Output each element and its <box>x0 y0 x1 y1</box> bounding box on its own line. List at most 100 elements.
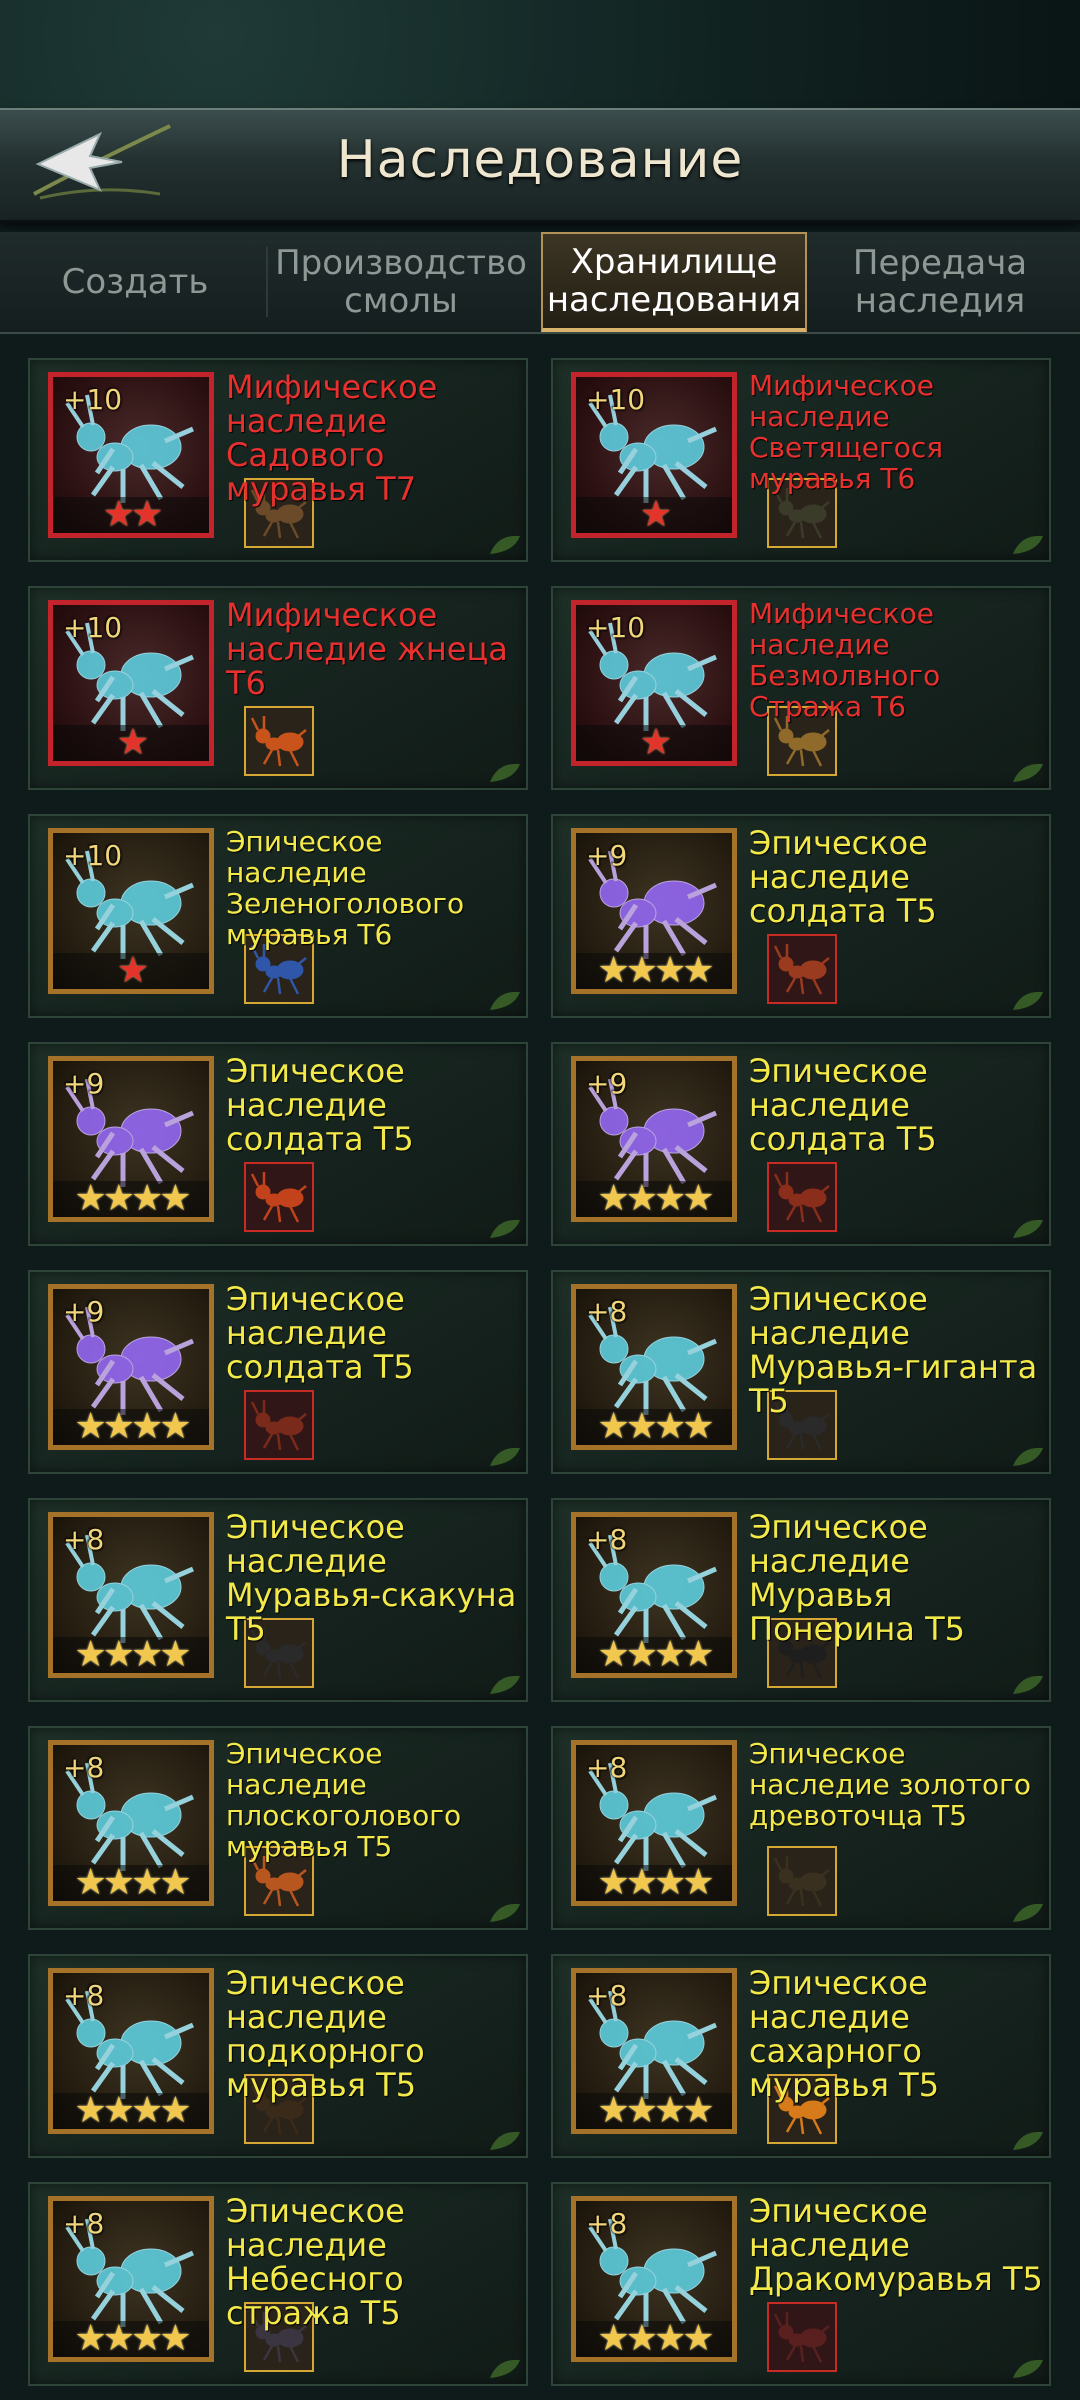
star-rating-icon: ★ <box>116 722 149 763</box>
stars-bar: ★★★★ <box>53 1181 209 1217</box>
leaf-decoration-icon <box>1013 2131 1043 2150</box>
legacy-card-15[interactable]: +8 ★★★★ Эпическое наследие подкорного му… <box>28 1954 528 2158</box>
legacy-level: +10 <box>63 839 123 872</box>
ant-thumbnail <box>244 706 314 776</box>
legacy-card-14[interactable]: +8 ★★★★ Эпическое наследие золотого древ… <box>551 1726 1051 1930</box>
legacy-portrait: +8 ★★★★ <box>571 1968 737 2134</box>
legacy-card-10[interactable]: +8 ★★★★ Эпическое наследие Муравья-гиган… <box>551 1270 1051 1474</box>
star-rating-icon: ★★★★ <box>597 1178 714 1219</box>
star-rating-icon: ★★★★ <box>74 2318 191 2359</box>
tab-create[interactable]: Создать <box>10 232 260 332</box>
legacy-portrait: +10 ★ <box>48 828 214 994</box>
legacy-card-8[interactable]: +9 ★★★★ Эпическое наследие солдата Т5 <box>551 1042 1051 1246</box>
leaf-decoration-icon <box>490 763 520 782</box>
legacy-name: Эпическое наследие солдата Т5 <box>226 1280 414 1386</box>
legacy-name: Эпическое наследие золотого древоточца Т… <box>749 1737 1031 1832</box>
ant-thumbnail <box>767 2302 837 2372</box>
legacy-card-1[interactable]: +10 ★★ Мифическое наследие Садового мура… <box>28 358 528 562</box>
star-rating-icon: ★★ <box>102 494 164 535</box>
star-rating-icon: ★★★★ <box>74 1862 191 1903</box>
legacy-level: +10 <box>63 611 123 644</box>
legacy-portrait: +10 ★ <box>48 600 214 766</box>
legacy-card-2[interactable]: +10 ★ Мифическое наследие Светящегося му… <box>551 358 1051 562</box>
legacy-card-11[interactable]: +8 ★★★★ Эпическое наследие Муравья-скаку… <box>28 1498 528 1702</box>
legacy-level: +8 <box>586 1979 628 2012</box>
legacy-level: +8 <box>63 2207 105 2240</box>
legacy-level: +9 <box>586 1067 628 1100</box>
top-background <box>0 0 1080 110</box>
legacy-card-6[interactable]: +9 ★★★★ Эпическое наследие солдата Т5 <box>551 814 1051 1018</box>
legacy-portrait: +8 ★★★★ <box>48 1512 214 1678</box>
ant-icon <box>773 1172 830 1223</box>
legacy-card-5[interactable]: +10 ★ Эпическое наследие Зеленоголового … <box>28 814 528 1018</box>
stars-bar: ★★★★ <box>53 1409 209 1445</box>
leaf-decoration-icon <box>490 2359 520 2378</box>
tab-inheritance-storage[interactable]: Хранилище наследования <box>541 232 807 332</box>
leaf-decoration-icon <box>490 2131 520 2150</box>
legacy-portrait: +9 ★★★★ <box>571 1056 737 1222</box>
legacy-level: +9 <box>586 839 628 872</box>
legacy-level: +8 <box>586 2207 628 2240</box>
ant-icon <box>250 716 307 767</box>
leaf-decoration-icon <box>1013 1675 1043 1694</box>
leaf-decoration-icon <box>490 1447 520 1466</box>
legacy-name: Мифическое наследие Безмолвного Стража Т… <box>749 597 941 723</box>
leaf-decoration-icon <box>1013 1903 1043 1922</box>
legacy-card-18[interactable]: +8 ★★★★ Эпическое наследие Дракомуравья … <box>551 2182 1051 2386</box>
leaf-decoration-icon <box>490 1675 520 1694</box>
legacy-name: Мифическое наследие Садового муравья Т7 <box>226 368 438 508</box>
legacy-portrait: +8 ★★★★ <box>48 1968 214 2134</box>
legacy-level: +8 <box>586 1523 628 1556</box>
legacy-portrait: +9 ★★★★ <box>48 1056 214 1222</box>
leaf-decoration-icon <box>490 1219 520 1238</box>
stars-bar: ★★★★ <box>576 1865 732 1901</box>
legacy-portrait: +10 ★ <box>571 600 737 766</box>
star-rating-icon: ★★★★ <box>74 2090 191 2131</box>
stars-bar: ★★ <box>53 497 209 533</box>
legacy-name: Эпическое наследие солдата Т5 <box>749 824 937 930</box>
leaf-decoration-icon <box>1013 1447 1043 1466</box>
tab-legacy-transfer[interactable]: Передача наследия <box>812 232 1068 332</box>
stars-bar: ★★★★ <box>576 1181 732 1217</box>
legacy-name: Эпическое наследие подкорного муравья Т5 <box>226 1964 425 2104</box>
ant-thumbnail <box>244 1162 314 1232</box>
tab-resin-production[interactable]: Производство смолы <box>268 232 534 332</box>
leaf-decoration-icon <box>1013 1219 1043 1238</box>
stars-bar: ★★★★ <box>576 2093 732 2129</box>
ant-icon <box>773 2312 830 2363</box>
legacy-card-3[interactable]: +10 ★ Мифическое наследие жнеца Т6 <box>28 586 528 790</box>
legacy-portrait: +10 ★★ <box>48 372 214 538</box>
legacy-card-9[interactable]: +9 ★★★★ Эпическое наследие солдата Т5 <box>28 1270 528 1474</box>
legacy-name: Эпическое наследие плоскоголового муравь… <box>226 1737 462 1863</box>
legacy-card-17[interactable]: +8 ★★★★ Эпическое наследие Небесного стр… <box>28 2182 528 2386</box>
stars-bar: ★★★★ <box>576 1637 732 1673</box>
legacy-level: +8 <box>586 1751 628 1784</box>
leaf-decoration-icon <box>490 1903 520 1922</box>
legacy-name: Эпическое наследие Муравья-скакуна Т5 <box>226 1508 517 1648</box>
legacy-level: +10 <box>586 383 646 416</box>
legacy-card-4[interactable]: +10 ★ Мифическое наследие Безмолвного Ст… <box>551 586 1051 790</box>
legacy-card-13[interactable]: +8 ★★★★ Эпическое наследие плоскоголовог… <box>28 1726 528 1930</box>
ant-icon <box>773 1856 830 1907</box>
legacy-name: Эпическое наследие сахарного муравья Т5 <box>749 1964 940 2104</box>
legacy-name: Эпическое наследие Муравья Понерина Т5 <box>749 1508 965 1648</box>
star-rating-icon: ★★★★ <box>597 1862 714 1903</box>
leaf-decoration-icon <box>1013 2359 1043 2378</box>
stars-bar: ★★★★ <box>53 2093 209 2129</box>
legacy-portrait: +8 ★★★★ <box>48 2196 214 2362</box>
legacy-level: +8 <box>63 1979 105 2012</box>
legacy-portrait: +10 ★ <box>571 372 737 538</box>
legacy-name: Эпическое наследие солдата Т5 <box>226 1052 414 1158</box>
ant-icon <box>250 1172 307 1223</box>
star-rating-icon: ★★★★ <box>74 1634 191 1675</box>
legacy-card-7[interactable]: +9 ★★★★ Эпическое наследие солдата Т5 <box>28 1042 528 1246</box>
star-rating-icon: ★★★★ <box>597 1634 714 1675</box>
star-rating-icon: ★ <box>639 722 672 763</box>
ant-thumbnail <box>767 1846 837 1916</box>
star-rating-icon: ★★★★ <box>74 1178 191 1219</box>
legacy-card-16[interactable]: +8 ★★★★ Эпическое наследие сахарного мур… <box>551 1954 1051 2158</box>
legacy-card-12[interactable]: +8 ★★★★ Эпическое наследие Муравья Понер… <box>551 1498 1051 1702</box>
stars-bar: ★ <box>53 725 209 761</box>
legacy-name: Эпическое наследие Зеленоголового муравь… <box>226 825 465 951</box>
legacy-portrait: +9 ★★★★ <box>48 1284 214 1450</box>
